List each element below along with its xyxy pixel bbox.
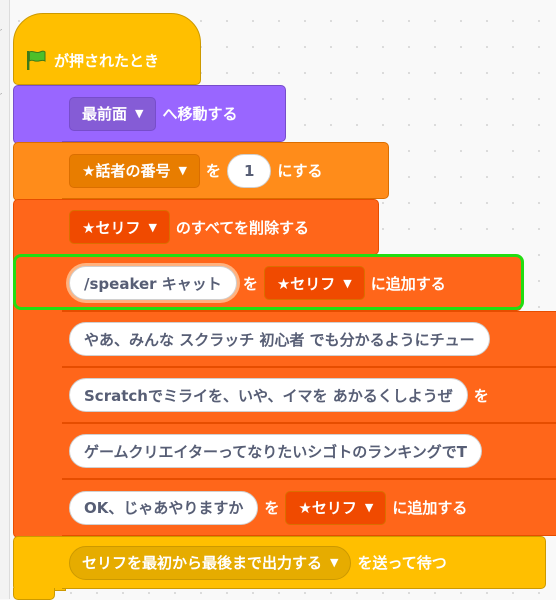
broadcast-label: を送って待つ	[357, 554, 447, 572]
dropdown-arrow-icon: ▼	[343, 276, 352, 290]
block-bottom-tab	[13, 588, 55, 600]
list-dropdown[interactable]: ★セリフ ▼	[263, 266, 365, 300]
hat-label: が押されたとき	[54, 51, 160, 70]
list-dropdown-value: ★セリフ	[82, 218, 141, 237]
dropdown-arrow-icon: ▼	[178, 164, 187, 177]
list-item-input[interactable]: ゲームクリエイターってなりたいシゴトのランキングでT	[69, 434, 482, 468]
looks-block-spine	[13, 85, 66, 144]
event-block-spine	[13, 536, 66, 591]
add-to-label: を	[242, 274, 258, 293]
add-to-label: を	[264, 499, 280, 517]
add-to-list-block[interactable]: やあ、みんな スクラッチ 初心者 でも分かるようにチュー	[62, 311, 556, 367]
layer-dropdown[interactable]: 最前面 ▼	[69, 96, 157, 131]
delete-all-label: のすべてを削除する	[175, 218, 309, 237]
delete-all-of-list-block[interactable]: ★セリフ ▼ のすべてを削除する	[62, 199, 379, 255]
list-dropdown-value: ★セリフ	[276, 274, 336, 293]
message-dropdown-value: セリフを最初から最後まで出力する	[82, 554, 323, 572]
list-item-input[interactable]: OK、じゃあやりますか	[69, 490, 259, 525]
add-to-list-block[interactable]: ゲームクリエイターってなりたいシゴトのランキングでT	[62, 423, 556, 479]
ruler-mark: ′	[0, 28, 3, 39]
go-to-layer-label: へ移動する	[162, 105, 238, 123]
set-suffix-label: にする	[277, 162, 323, 180]
dropdown-arrow-icon: ▼	[135, 107, 144, 120]
left-ruler: ′ ′	[0, 0, 10, 599]
broadcast-and-wait-block[interactable]: セリフを最初から最後まで出力する ▼ を送って待つ	[62, 536, 546, 589]
dropdown-arrow-icon: ▼	[364, 501, 374, 514]
list-item-input[interactable]: /speaker キャット	[69, 266, 237, 300]
variable-block-spine	[13, 142, 66, 201]
dropdown-arrow-icon: ▼	[330, 556, 339, 569]
add-to-list-block[interactable]: /speaker キャット を ★セリフ ▼ に追加する	[62, 255, 522, 311]
layer-dropdown-value: 最前面	[82, 105, 128, 123]
set-to-label: を	[205, 162, 221, 180]
list-dropdown-value: ★セリフ	[298, 499, 357, 517]
variable-dropdown-value: ★話者の番号	[82, 162, 171, 180]
add-suffix-label: に追加する	[392, 499, 468, 517]
list-item-input[interactable]: Scratchでミライを、いや、イマを あかるくしようぜ	[69, 378, 468, 412]
ruler-mark: ′	[0, 92, 3, 103]
variable-dropdown[interactable]: ★話者の番号 ▼	[69, 153, 200, 188]
when-flag-clicked-block[interactable]: が押されたとき	[13, 13, 201, 85]
add-to-list-block[interactable]: Scratchでミライを、いや、イマを あかるくしようぜ を	[62, 367, 556, 423]
list-dropdown[interactable]: ★セリフ ▼	[69, 210, 170, 244]
add-to-list-block[interactable]: OK、じゃあやりますか を ★セリフ ▼ に追加する	[62, 479, 556, 536]
value-input[interactable]: 1	[226, 153, 272, 188]
set-variable-block[interactable]: ★話者の番号 ▼ を 1 にする	[62, 142, 389, 199]
add-to-label: を	[473, 386, 489, 405]
go-to-layer-block[interactable]: 最前面 ▼ へ移動する	[62, 85, 286, 142]
list-item-input[interactable]: やあ、みんな スクラッチ 初心者 でも分かるようにチュー	[69, 322, 490, 356]
green-flag-icon	[27, 50, 46, 70]
dropdown-arrow-icon: ▼	[148, 220, 157, 234]
list-dropdown[interactable]: ★セリフ ▼	[285, 490, 387, 525]
message-dropdown[interactable]: セリフを最初から最後まで出力する ▼	[69, 545, 352, 580]
add-suffix-label: に追加する	[370, 274, 446, 293]
list-block-spine	[13, 199, 66, 538]
